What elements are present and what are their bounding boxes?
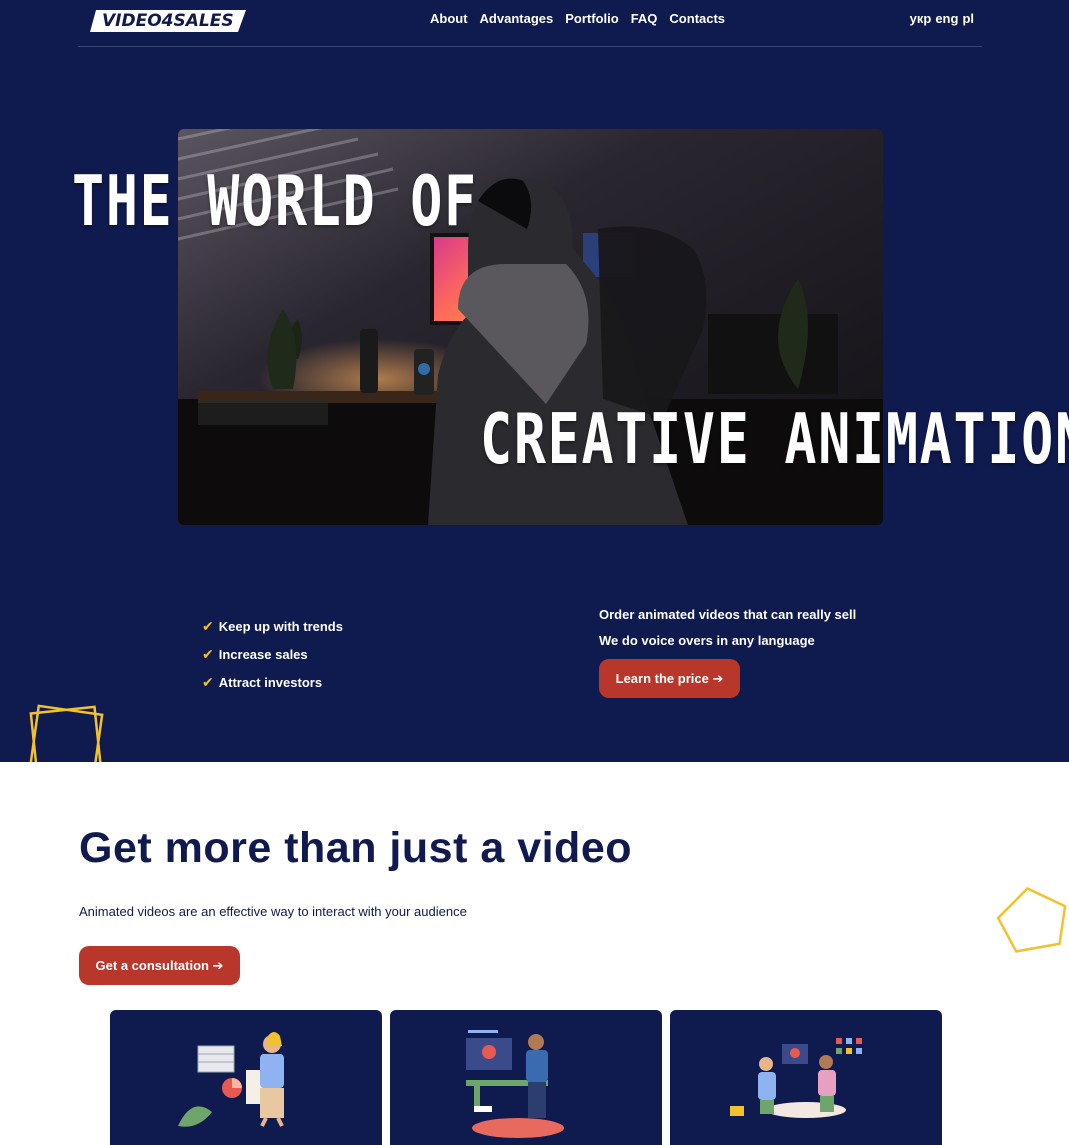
hero-title-line2: CREATIVE ANIMATION <box>480 398 1069 480</box>
nav-links: About Advantages Portfolio FAQ Contacts <box>430 11 725 26</box>
benefit-text: Increase sales <box>218 646 308 662</box>
learn-price-button[interactable]: Learn the price ➔ <box>599 659 740 698</box>
analytics-illustration-icon <box>178 1032 284 1127</box>
benefits-list: ✔ Keep up with trends ✔ Increase sales ✔… <box>202 612 343 696</box>
order-text: Order animated videos that can really se… <box>599 607 857 622</box>
language-switcher: укр eng pl <box>910 11 974 26</box>
list-item: ✔ Increase sales <box>202 640 343 668</box>
nav-contacts[interactable]: Contacts <box>669 11 725 26</box>
section-subtitle: Animated videos are an effective way to … <box>79 904 467 919</box>
nav-about[interactable]: About <box>430 11 468 26</box>
square-decoration-icon <box>28 704 104 762</box>
check-icon: ✔ <box>202 617 214 634</box>
pentagon-decoration-icon <box>996 886 1067 953</box>
order-block: Order animated videos that can really se… <box>599 606 856 658</box>
voiceover-text: We do voice overs in any language <box>599 633 815 648</box>
benefit-text: Keep up with trends <box>218 618 343 634</box>
video4sales-logo[interactable]: VIDEO4SALES <box>88 4 248 34</box>
check-icon: ✔ <box>202 673 214 690</box>
lang-pl[interactable]: pl <box>962 11 974 26</box>
nav-portfolio[interactable]: Portfolio <box>565 11 618 26</box>
get-consultation-button[interactable]: Get a consultation ➔ <box>79 946 240 985</box>
feature-card[interactable] <box>390 1010 662 1145</box>
nav-faq[interactable]: FAQ <box>631 11 658 26</box>
lang-ukr[interactable]: укр <box>910 11 932 26</box>
section-title: Get more than just a video <box>79 824 632 872</box>
check-icon: ✔ <box>202 645 214 662</box>
features-section: Get more than just a video Animated vide… <box>0 762 1069 1145</box>
list-item: ✔ Attract investors <box>202 668 343 696</box>
hero-section: VIDEO4SALES About Advantages Portfolio F… <box>0 0 1069 762</box>
benefit-text: Attract investors <box>218 674 323 690</box>
feature-card[interactable] <box>670 1010 942 1145</box>
feature-card[interactable] <box>110 1010 382 1145</box>
hero-title-line1: THE WORLD OF <box>72 160 478 242</box>
logo-text: VIDEO4SALES <box>102 11 234 31</box>
top-nav: VIDEO4SALES About Advantages Portfolio F… <box>78 0 982 47</box>
lang-eng[interactable]: eng <box>935 11 958 26</box>
team-illustration-icon <box>730 1038 862 1118</box>
list-item: ✔ Keep up with trends <box>202 612 343 640</box>
nav-advantages[interactable]: Advantages <box>480 11 554 26</box>
video-call-illustration-icon <box>466 1030 564 1138</box>
